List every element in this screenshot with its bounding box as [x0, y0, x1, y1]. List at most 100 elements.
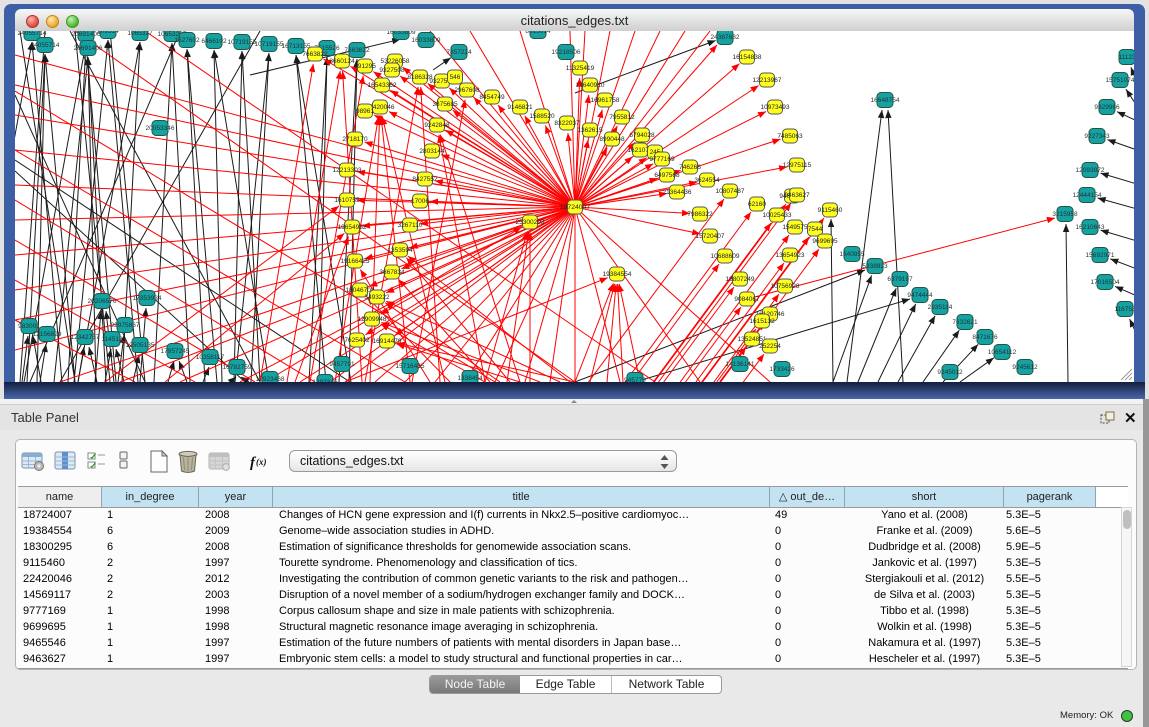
- svg-text:7986322: 7986322: [687, 211, 713, 218]
- svg-text:17353934: 17353934: [133, 295, 162, 302]
- svg-text:9084067: 9084067: [734, 296, 760, 303]
- svg-text:20206576: 20206576: [88, 298, 117, 305]
- svg-text:12093872: 12093872: [1076, 167, 1105, 174]
- svg-text:12444154: 12444154: [1073, 192, 1102, 199]
- svg-text:2718170: 2718170: [342, 136, 368, 143]
- svg-text:19384554: 19384554: [603, 271, 632, 278]
- svg-text:16033809: 16033809: [412, 37, 441, 44]
- svg-text:8471676: 8471676: [972, 334, 998, 341]
- svg-text:12342757: 12342757: [71, 334, 100, 341]
- svg-text:9699695: 9699695: [812, 238, 838, 245]
- svg-text:(x): (x): [256, 457, 267, 467]
- svg-text:983001: 983001: [18, 323, 40, 330]
- svg-text:19166425: 19166425: [341, 258, 370, 265]
- svg-text:12505135: 12505135: [126, 342, 155, 349]
- svg-text:3267110: 3267110: [398, 222, 423, 229]
- svg-text:19218506: 19218506: [552, 49, 581, 56]
- svg-text:12213303: 12213303: [333, 167, 362, 174]
- svg-text:25300203: 25300203: [516, 219, 545, 226]
- svg-text:1733426: 1733426: [769, 366, 795, 373]
- svg-text:9245012: 9245012: [937, 369, 963, 376]
- svg-text:3867834: 3867834: [379, 269, 405, 276]
- svg-text:1640955: 1640955: [839, 251, 865, 258]
- svg-text:12213967: 12213967: [753, 77, 782, 84]
- svg-text:9457791: 9457791: [329, 361, 355, 368]
- svg-text:10807487: 10807487: [716, 188, 745, 195]
- svg-text:9777169: 9777169: [649, 156, 675, 163]
- svg-text:15720407: 15720407: [696, 233, 725, 240]
- svg-text:1527602: 1527602: [174, 37, 200, 44]
- svg-text:13654923: 13654923: [776, 252, 805, 259]
- svg-text:9474444: 9474444: [907, 292, 933, 299]
- svg-text:13640910: 13640910: [576, 82, 605, 89]
- svg-text:9329966: 9329966: [1094, 104, 1120, 111]
- svg-text:2803144: 2803144: [419, 148, 445, 155]
- svg-text:8813014: 8813014: [525, 31, 551, 35]
- svg-text:24055714: 24055714: [18, 31, 47, 37]
- svg-text:16543362: 16543362: [368, 82, 397, 89]
- svg-text:1065327: 1065327: [127, 31, 153, 37]
- svg-text:7632621: 7632621: [952, 319, 978, 326]
- svg-text:1610755: 1610755: [334, 197, 360, 204]
- svg-text:7955812: 7955812: [609, 114, 635, 121]
- svg-text:252254: 252254: [759, 343, 781, 350]
- svg-text:24387682: 24387682: [711, 34, 740, 41]
- svg-text:18724007: 18724007: [560, 204, 590, 211]
- svg-text:7663822: 7663822: [302, 51, 328, 58]
- svg-text:16648754: 16648754: [871, 97, 900, 104]
- svg-text:891295: 891295: [354, 63, 376, 70]
- svg-text:12909948: 12909948: [358, 316, 387, 323]
- svg-text:546: 546: [450, 74, 461, 81]
- svg-text:21364436: 21364436: [663, 189, 692, 196]
- svg-text:945779: 945779: [624, 377, 646, 382]
- svg-text:9227343: 9227343: [1084, 133, 1110, 140]
- svg-text:10719155: 10719155: [255, 41, 284, 48]
- svg-text:12156829: 12156829: [33, 331, 62, 338]
- svg-text:2935114: 2935114: [928, 304, 953, 311]
- svg-text:9327508: 9327508: [379, 67, 405, 74]
- svg-text:3624554: 3624554: [694, 177, 720, 184]
- svg-text:10719155: 10719155: [228, 39, 257, 46]
- svg-text:92975867: 92975867: [111, 322, 140, 329]
- svg-text:9146821: 9146821: [507, 104, 533, 111]
- svg-text:746266: 746266: [679, 164, 701, 171]
- svg-text:17957245: 17957245: [161, 348, 190, 355]
- svg-text:1362615: 1362615: [577, 127, 603, 134]
- svg-text:1615132: 1615132: [749, 318, 775, 325]
- svg-text:116753: 116753: [1114, 306, 1134, 313]
- svg-text:11123: 11123: [1118, 54, 1134, 61]
- svg-text:10973493: 10973493: [761, 104, 790, 111]
- svg-text:15716485: 15716485: [396, 363, 425, 370]
- svg-text:7544: 7544: [808, 226, 823, 233]
- svg-text:19654932: 19654932: [338, 224, 367, 231]
- svg-text:3875685: 3875685: [432, 101, 458, 108]
- svg-text:3493222: 3493222: [364, 294, 390, 301]
- svg-text:1338454: 1338454: [457, 375, 483, 382]
- svg-text:17016504: 17016504: [1091, 279, 1120, 286]
- svg-text:10025433: 10025433: [763, 212, 792, 219]
- svg-text:5938923: 5938923: [862, 263, 888, 270]
- svg-text:16782759: 16782759: [223, 364, 252, 371]
- svg-text:8322037: 8322037: [554, 120, 580, 127]
- svg-text:209314: 209314: [97, 31, 119, 35]
- svg-text:1292346: 1292346: [312, 379, 338, 382]
- svg-text:7663822: 7663822: [344, 47, 370, 54]
- svg-text:6466102: 6466102: [201, 38, 227, 45]
- svg-text:7857224: 7857224: [446, 49, 472, 56]
- svg-text:12923468: 12923468: [256, 376, 285, 382]
- svg-text:1588520: 1588520: [529, 113, 555, 120]
- svg-text:17006: 17006: [411, 198, 429, 205]
- svg-text:8427552: 8427552: [412, 176, 438, 183]
- svg-text:15692971: 15692971: [1086, 252, 1115, 259]
- svg-text:6497568: 6497568: [654, 172, 680, 179]
- svg-text:10654112: 10654112: [988, 349, 1017, 356]
- svg-text:11325419: 11325419: [566, 65, 595, 72]
- svg-text:7485063: 7485063: [777, 133, 803, 140]
- svg-text:6379197: 6379197: [887, 276, 913, 283]
- svg-text:10688609: 10688609: [711, 253, 740, 260]
- svg-text:9463627: 9463627: [784, 192, 810, 199]
- svg-text:2967608: 2967608: [454, 87, 480, 94]
- svg-text:1353594: 1353594: [387, 247, 413, 254]
- svg-text:8660124: 8660124: [329, 58, 355, 65]
- svg-text:6794028: 6794028: [629, 132, 655, 139]
